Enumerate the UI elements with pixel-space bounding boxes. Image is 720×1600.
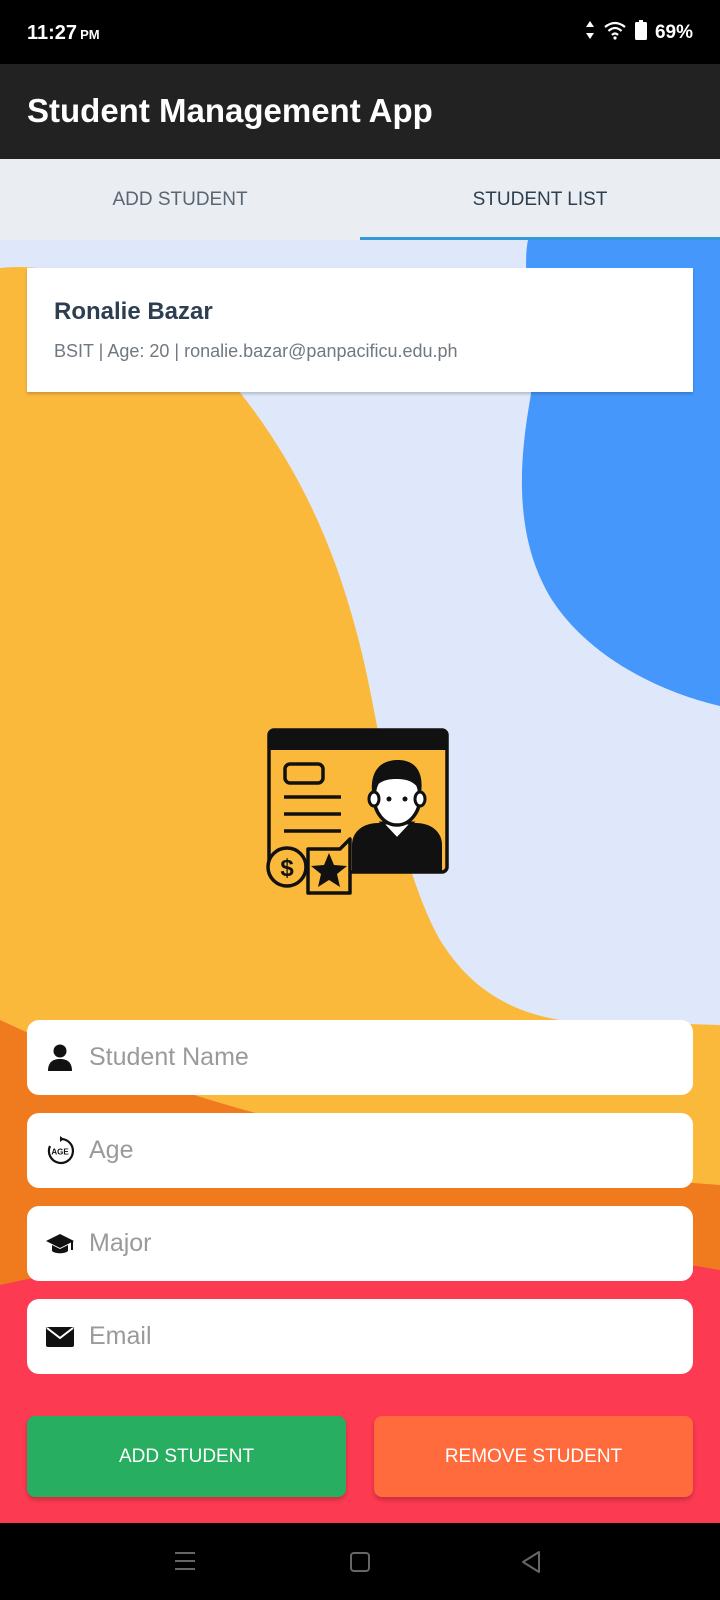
back-triangle-icon[interactable]: [520, 1550, 542, 1579]
age-input[interactable]: [87, 1135, 651, 1166]
status-bar: 11:27 PM 69%: [0, 0, 720, 64]
major-field[interactable]: [27, 1206, 693, 1281]
age-icon: AGE: [43, 1134, 77, 1168]
battery-percent: 69%: [654, 22, 693, 43]
home-square-icon[interactable]: [349, 1551, 371, 1578]
person-icon: [43, 1041, 77, 1075]
student-name: Ronalie Bazar: [54, 298, 213, 325]
svg-text:$: $: [280, 855, 294, 882]
student-name-input[interactable]: [87, 1042, 651, 1073]
status-time-ampm: PM: [80, 27, 100, 42]
add-student-button[interactable]: ADD STUDENT: [27, 1416, 346, 1497]
envelope-icon: [43, 1320, 77, 1354]
major-input[interactable]: [87, 1228, 651, 1259]
student-name-field[interactable]: [27, 1020, 693, 1095]
tab-bar: ADD STUDENT STUDENT LIST: [0, 159, 720, 240]
age-icon-text: AGE: [51, 1147, 69, 1156]
main-content: Ronalie Bazar BSIT | Age: 20 | ronalie.b…: [0, 240, 720, 1523]
graduation-cap-icon: [43, 1227, 77, 1261]
student-details: BSIT | Age: 20 | ronalie.bazar@panpacifi…: [54, 341, 458, 361]
data-arrows-icon: [585, 20, 595, 46]
tab-add-student[interactable]: ADD STUDENT: [0, 159, 360, 240]
system-nav-bar: [0, 1523, 720, 1600]
remove-student-button[interactable]: REMOVE STUDENT: [374, 1416, 693, 1497]
email-field[interactable]: [27, 1299, 693, 1374]
student-profile-illustration: $: [266, 728, 449, 895]
age-field[interactable]: AGE: [27, 1113, 693, 1188]
student-card[interactable]: Ronalie Bazar BSIT | Age: 20 | ronalie.b…: [27, 268, 693, 392]
app-title: Student Management App: [27, 92, 433, 129]
status-time: 11:27 PM: [27, 22, 100, 45]
menu-icon[interactable]: [174, 1551, 196, 1576]
status-time-value: 11:27: [27, 22, 78, 44]
status-indicators: 69%: [585, 20, 693, 46]
tab-student-list[interactable]: STUDENT LIST: [360, 159, 720, 240]
app-bar: Student Management App: [0, 64, 720, 159]
email-input[interactable]: [87, 1321, 651, 1352]
battery-icon: [634, 20, 647, 46]
wifi-icon: [603, 20, 627, 46]
